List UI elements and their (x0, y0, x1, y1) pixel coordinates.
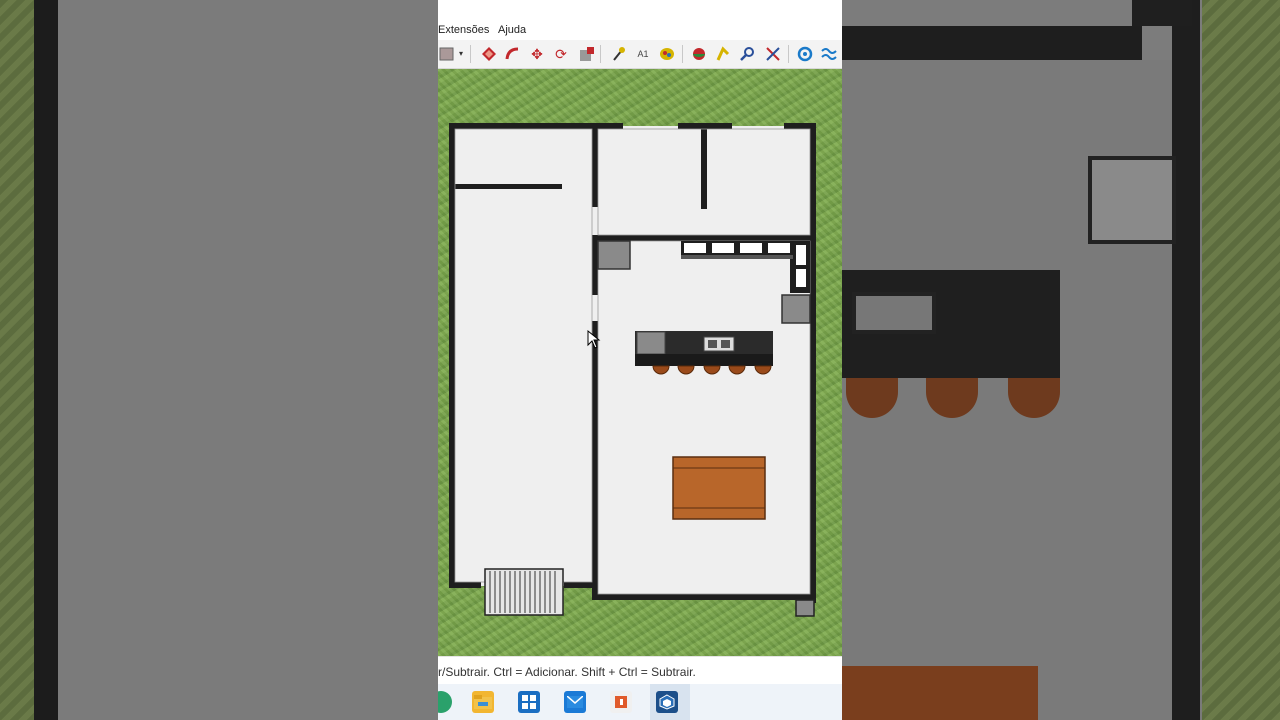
interior-wall (592, 123, 598, 207)
interior-wall (701, 129, 707, 209)
zoom-icon[interactable] (738, 45, 756, 63)
outer-wall-bottom-right (592, 594, 816, 600)
blurred-background-right (842, 0, 1280, 720)
drawing-area[interactable] (438, 69, 842, 656)
edge-icon[interactable] (438, 691, 452, 713)
push-pull-icon[interactable] (480, 45, 498, 63)
toolbar-separator (600, 45, 601, 63)
blurred-table (842, 666, 1038, 720)
scale-icon[interactable] (578, 45, 596, 63)
interior-wall (592, 235, 816, 241)
mail-icon[interactable] (564, 691, 586, 713)
move-icon[interactable]: ✥ (528, 45, 546, 63)
tape-measure-icon[interactable] (610, 45, 628, 63)
corner-post (795, 599, 815, 617)
rotate-icon[interactable]: ⟳ (552, 45, 570, 63)
paint-icon[interactable] (658, 45, 676, 63)
toolbar-separator (470, 45, 471, 63)
text-icon[interactable]: A1 (634, 45, 652, 63)
menu-extensions[interactable]: Extensões (438, 24, 489, 36)
blurred-vertical-wall (1172, 0, 1200, 720)
status-hint: r/Subtrair. Ctrl = Adicionar. Shift + Ct… (438, 665, 696, 679)
outer-wall-bottom-left (449, 582, 481, 588)
outer-wall-top-middle (678, 123, 732, 129)
blurred-grass (0, 0, 34, 720)
paint-bucket-icon[interactable] (438, 45, 456, 63)
blurred-appliance (1088, 156, 1176, 244)
blurred-background-left (0, 0, 438, 720)
stairs (484, 568, 564, 616)
sketchup-window: Extensões Ajuda ▾ ✥ ⟳ A1 r/Subtrair. Ctr… (438, 0, 842, 720)
store-icon[interactable] (518, 691, 540, 713)
zoom-extents-icon[interactable] (764, 45, 782, 63)
floor-plan (449, 123, 816, 617)
blurred-block (1132, 0, 1192, 26)
menu-bar: Extensões Ajuda (438, 22, 842, 40)
toolbar-separator (788, 45, 789, 63)
section-plane-icon[interactable] (796, 45, 814, 63)
refrigerator (597, 240, 631, 270)
stove (781, 294, 811, 324)
interior-wall (592, 321, 598, 599)
outer-wall-right (810, 123, 816, 603)
status-bar: r/Subtrair. Ctrl = Adicionar. Shift + Ct… (438, 656, 842, 685)
blurred-floor (58, 0, 438, 720)
menu-help[interactable]: Ajuda (498, 24, 526, 36)
blurred-wall (34, 0, 58, 720)
blurred-stool (846, 378, 898, 418)
toolbar: ▾ ✥ ⟳ A1 (438, 40, 842, 69)
kitchen-floor (592, 237, 812, 599)
blurred-stool (926, 378, 978, 418)
kitchen-island (635, 331, 773, 366)
follow-me-icon[interactable] (504, 45, 522, 63)
sketchup-icon[interactable] (656, 691, 678, 713)
outer-wall-left (449, 123, 455, 588)
interior-wall (592, 235, 598, 295)
blurred-stool (1008, 378, 1060, 418)
blurred-grass-right (1202, 0, 1280, 720)
taskbar (438, 684, 842, 720)
office-icon[interactable] (610, 691, 632, 713)
dropdown-arrow-icon[interactable]: ▾ (456, 45, 466, 63)
file-explorer-icon[interactable] (472, 691, 494, 713)
toolbar-separator (682, 45, 683, 63)
dining-table (672, 456, 766, 520)
blurred-sink (852, 292, 936, 334)
sandbox-icon[interactable] (820, 45, 838, 63)
interior-wall (454, 184, 562, 189)
walk-icon[interactable] (714, 45, 732, 63)
orbit-icon[interactable] (690, 45, 708, 63)
